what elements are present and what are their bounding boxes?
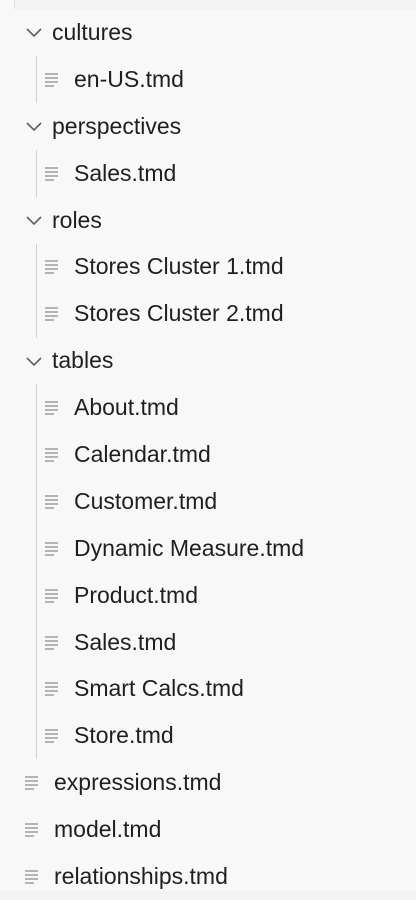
file-item[interactable]: Product.tmd	[14, 572, 416, 619]
file-item[interactable]: About.tmd	[14, 384, 416, 431]
chevron-down-icon	[24, 351, 44, 371]
file-label: expressions.tmd	[54, 769, 222, 796]
file-label: Dynamic Measure.tmd	[74, 534, 305, 561]
file-item[interactable]: Stores Cluster 1.tmd	[14, 243, 416, 290]
file-label: Customer.tmd	[74, 487, 218, 514]
file-lines-icon	[44, 727, 61, 744]
file-item[interactable]: Sales.tmd	[14, 619, 416, 666]
file-label: Stores Cluster 1.tmd	[74, 253, 284, 280]
file-label: en-US.tmd	[74, 65, 184, 92]
folder-section-perspectives: perspectives Sales.tmd	[14, 103, 416, 197]
file-lines-icon	[24, 774, 41, 791]
folder-label: roles	[52, 206, 102, 233]
file-lines-icon	[44, 493, 61, 510]
chevron-down-icon	[24, 210, 44, 230]
file-lines-icon	[44, 71, 61, 88]
file-lines-icon	[44, 446, 61, 463]
folder-tables[interactable]: tables	[14, 337, 416, 384]
file-label: Product.tmd	[74, 581, 198, 608]
folder-section-cultures: cultures en-US.tmd	[14, 9, 416, 103]
file-item[interactable]: Calendar.tmd	[14, 431, 416, 478]
file-explorer-tree: cultures en-US.tmd perspectives Sales.tm…	[14, 9, 416, 891]
file-lines-icon	[44, 680, 61, 697]
explorer-left-gutter	[0, 0, 15, 891]
file-label: Sales.tmd	[74, 159, 177, 186]
file-lines-icon	[44, 165, 61, 182]
file-item[interactable]: Sales.tmd	[14, 150, 416, 197]
root-file-relationships[interactable]: relationships.tmd	[14, 853, 416, 900]
folder-section-tables: tables About.tmd Calendar.tmd Customer.t…	[14, 337, 416, 760]
file-lines-icon	[44, 258, 61, 275]
file-label: relationships.tmd	[54, 862, 228, 889]
chevron-down-icon	[24, 22, 44, 42]
file-label: Stores Cluster 2.tmd	[74, 300, 284, 327]
file-label: Smart Calcs.tmd	[74, 675, 244, 702]
file-item[interactable]: Store.tmd	[14, 712, 416, 759]
file-lines-icon	[44, 634, 61, 651]
file-label: Sales.tmd	[74, 628, 177, 655]
folder-roles[interactable]: roles	[14, 197, 416, 244]
file-item[interactable]: Smart Calcs.tmd	[14, 665, 416, 712]
file-label: model.tmd	[54, 816, 162, 843]
chevron-down-icon	[24, 116, 44, 136]
file-lines-icon	[44, 305, 61, 322]
folder-perspectives[interactable]: perspectives	[14, 103, 416, 150]
folder-label: cultures	[52, 18, 133, 45]
folder-label: perspectives	[52, 112, 182, 139]
root-file-model[interactable]: model.tmd	[14, 806, 416, 853]
folder-section-roles: roles Stores Cluster 1.tmd Stores Cluste…	[14, 197, 416, 338]
file-lines-icon	[44, 540, 61, 557]
file-label: Calendar.tmd	[74, 440, 211, 467]
root-file-expressions[interactable]: expressions.tmd	[14, 759, 416, 806]
file-label: Store.tmd	[74, 722, 174, 749]
folder-cultures[interactable]: cultures	[14, 9, 416, 56]
file-item[interactable]: Dynamic Measure.tmd	[14, 525, 416, 572]
folder-label: tables	[52, 347, 114, 374]
file-item[interactable]: en-US.tmd	[14, 56, 416, 103]
file-label: About.tmd	[74, 394, 179, 421]
file-lines-icon	[24, 821, 41, 838]
file-lines-icon	[24, 868, 41, 885]
file-item[interactable]: Stores Cluster 2.tmd	[14, 290, 416, 337]
file-item[interactable]: Customer.tmd	[14, 478, 416, 525]
file-lines-icon	[44, 587, 61, 604]
file-lines-icon	[44, 399, 61, 416]
